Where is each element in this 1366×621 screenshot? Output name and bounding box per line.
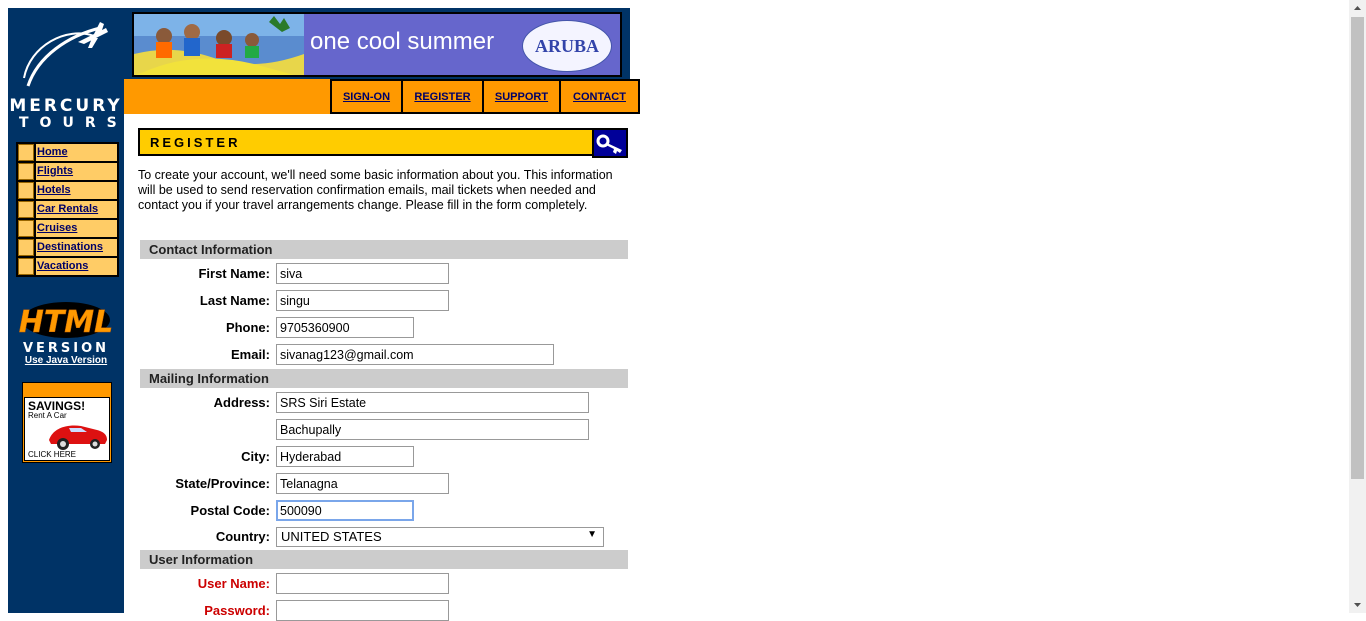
left-sidebar: MERCURY TOURS Home Flights Hotels Car Re…	[8, 8, 124, 613]
ad-subtitle: Rent A Car	[28, 411, 67, 420]
banner-slogan: one cool summer	[310, 28, 495, 55]
email-label: Email:	[230, 347, 270, 362]
dropdown-arrow-icon: ▼	[587, 529, 597, 540]
sidebar-item-hotels: Hotels	[18, 182, 117, 199]
logo-mercury-text: MERCURY	[9, 96, 123, 116]
beach-photo-image	[134, 14, 304, 75]
city-field[interactable]	[276, 446, 414, 467]
key-icon	[596, 134, 622, 154]
tab-contact[interactable]: CONTACT	[559, 79, 640, 114]
nav-bullet-icon	[18, 201, 34, 218]
postal-code-field[interactable]	[276, 500, 414, 521]
section-user-information: User Information	[140, 550, 628, 569]
tab-register[interactable]: REGISTER	[401, 79, 484, 114]
support-link[interactable]: SUPPORT	[495, 91, 548, 103]
section-mailing-information: Mailing Information	[140, 369, 628, 388]
sidebar-nav: Home Flights Hotels Car Rentals Cruises …	[16, 142, 119, 277]
nav-link-car-rentals[interactable]: Car Rentals	[37, 203, 98, 215]
phone-label: Phone:	[225, 320, 270, 335]
scroll-down-arrow-icon[interactable]	[1349, 596, 1366, 613]
nav-link-destinations[interactable]: Destinations	[37, 241, 103, 253]
sidebar-item-destinations: Destinations	[18, 239, 117, 256]
nav-bullet-icon	[18, 163, 34, 180]
country-selected-value: UNITED STATES	[281, 529, 382, 544]
postal-code-label: Postal Code:	[190, 503, 270, 518]
nav-bullet-icon	[18, 220, 34, 237]
scroll-up-arrow-icon[interactable]	[1349, 0, 1366, 17]
nav-bullet-icon	[18, 182, 34, 199]
section-contact-information: Contact Information	[140, 240, 628, 259]
last-name-label: Last Name:	[199, 293, 270, 308]
plane-swoosh-icon	[23, 22, 108, 87]
address-line2-field[interactable]	[276, 419, 589, 440]
nav-bullet-icon	[18, 144, 34, 161]
password-field[interactable]	[276, 600, 449, 621]
last-name-field[interactable]	[276, 290, 449, 311]
nav-link-flights[interactable]: Flights	[37, 165, 73, 177]
password-label: Password:	[204, 603, 270, 618]
first-name-field[interactable]	[276, 263, 449, 284]
sidebar-item-vacations: Vacations	[18, 258, 117, 275]
phone-field[interactable]	[276, 317, 414, 338]
nav-link-cruises[interactable]: Cruises	[37, 222, 77, 234]
tab-sign-on[interactable]: SIGN-ON	[330, 79, 403, 114]
nav-link-home[interactable]: Home	[37, 146, 68, 158]
intro-paragraph: To create your account, we'll need some …	[138, 168, 613, 212]
rent-a-car-ad[interactable]: SAVINGS! Rent A Car CLICK HERE	[22, 382, 112, 463]
sidebar-item-car-rentals: Car Rentals	[18, 201, 117, 218]
aruba-badge: ARUBA	[522, 20, 612, 72]
key-box	[592, 128, 628, 158]
scrollbar-thumb[interactable]	[1351, 17, 1364, 479]
sign-on-link[interactable]: SIGN-ON	[343, 91, 390, 103]
nav-link-hotels[interactable]: Hotels	[37, 184, 71, 196]
address-line1-field[interactable]	[276, 392, 589, 413]
register-link[interactable]: REGISTER	[414, 91, 470, 103]
address-label: Address:	[213, 395, 270, 410]
summer-banner[interactable]: one cool summer ARUBA	[132, 12, 622, 77]
state-field[interactable]	[276, 473, 449, 494]
mercury-tours-logo: MERCURY TOURS	[8, 16, 124, 134]
nav-bullet-icon	[18, 258, 34, 275]
html-logo-text: HTML	[19, 305, 114, 340]
state-label: State/Province:	[175, 476, 270, 491]
vertical-scrollbar[interactable]	[1349, 0, 1366, 613]
logo-tours-text: TOURS	[19, 115, 128, 131]
sidebar-item-home: Home	[18, 144, 117, 161]
nav-bullet-icon	[18, 239, 34, 256]
nav-link-vacations[interactable]: Vacations	[37, 260, 88, 272]
email-field[interactable]	[276, 344, 554, 365]
tab-support[interactable]: SUPPORT	[482, 79, 561, 114]
page-title: REGISTER	[150, 135, 241, 150]
user-name-field[interactable]	[276, 573, 449, 594]
country-label: Country:	[215, 529, 270, 544]
contact-link[interactable]: CONTACT	[573, 91, 626, 103]
ad-click-here: CLICK HERE	[28, 450, 77, 459]
use-java-version-link[interactable]: Use Java Version	[25, 355, 107, 366]
html-version-logo: HTML VERSION	[18, 302, 114, 354]
user-name-label: User Name:	[197, 576, 270, 591]
country-select[interactable]: UNITED STATES ▼	[276, 527, 604, 547]
city-label: City:	[241, 449, 270, 464]
sidebar-item-flights: Flights	[18, 163, 117, 180]
version-logo-text: VERSION	[23, 341, 109, 354]
top-nav-tabs: SIGN-ON REGISTER SUPPORT CONTACT	[330, 79, 640, 114]
sidebar-item-cruises: Cruises	[18, 220, 117, 237]
first-name-label: First Name:	[198, 266, 270, 281]
red-car-icon	[49, 425, 107, 450]
register-header: REGISTER	[138, 128, 628, 158]
